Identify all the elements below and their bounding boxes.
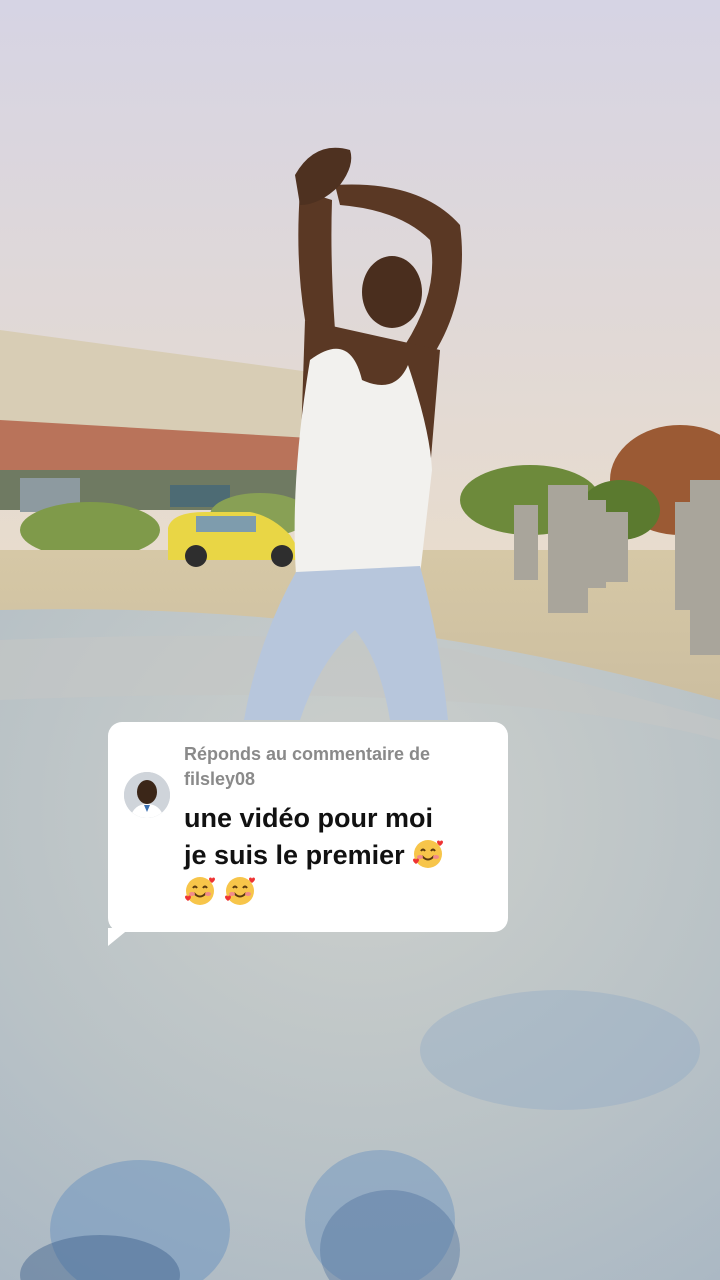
reply-card-tail bbox=[108, 928, 130, 946]
avatar-image bbox=[124, 772, 170, 818]
reply-comment-text: une vidéo pour moi je suis le premier bbox=[184, 800, 494, 911]
smiling-face-with-hearts-icon bbox=[413, 840, 444, 868]
comment-line-3 bbox=[184, 874, 494, 911]
video-frame[interactable]: Réponds au commentaire de filsley08 une … bbox=[0, 0, 720, 1280]
reply-header: Réponds au commentaire de filsley08 bbox=[184, 742, 484, 792]
comment-line-1: une vidéo pour moi bbox=[184, 803, 434, 833]
smiling-face-with-hearts-icon bbox=[224, 877, 255, 905]
comment-line-2: je suis le premier bbox=[184, 837, 494, 874]
reply-username[interactable]: filsley08 bbox=[184, 767, 484, 792]
reply-comment-card[interactable]: Réponds au commentaire de filsley08 une … bbox=[108, 722, 508, 932]
smiling-face-with-hearts-icon bbox=[185, 877, 215, 905]
comment-line-2-text: je suis le premier bbox=[184, 840, 405, 870]
video-background bbox=[0, 0, 720, 1280]
avatar[interactable] bbox=[124, 772, 170, 818]
reply-header-prefix: Réponds au commentaire de bbox=[184, 744, 431, 764]
